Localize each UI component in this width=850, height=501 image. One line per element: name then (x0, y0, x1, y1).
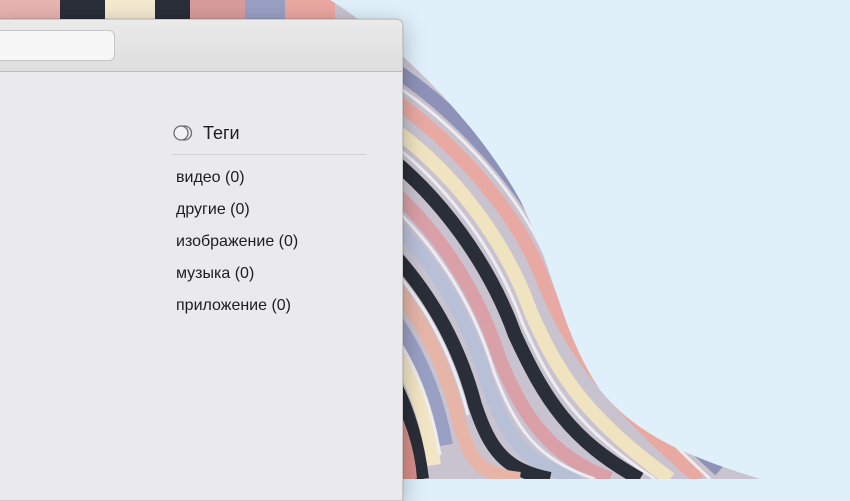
search-input[interactable] (0, 30, 115, 61)
tag-item-application[interactable]: приложение (0) (176, 294, 298, 326)
tags-section-header[interactable]: Теги (172, 120, 240, 146)
app-window: Теги видео (0) другие (0) изображение (0… (0, 19, 403, 501)
section-divider (172, 154, 366, 155)
tag-item-image[interactable]: изображение (0) (176, 230, 298, 262)
tag-item-music[interactable]: музыка (0) (176, 262, 298, 294)
tag-list: видео (0) другие (0) изображение (0) муз… (176, 166, 298, 326)
tags-title: Теги (203, 122, 240, 143)
tag-item-other[interactable]: другие (0) (176, 198, 298, 230)
tags-icon (172, 124, 194, 142)
window-toolbar (0, 20, 402, 72)
tag-item-video[interactable]: видео (0) (176, 166, 298, 198)
sidebar-panel: Теги видео (0) другие (0) изображение (0… (0, 72, 402, 500)
